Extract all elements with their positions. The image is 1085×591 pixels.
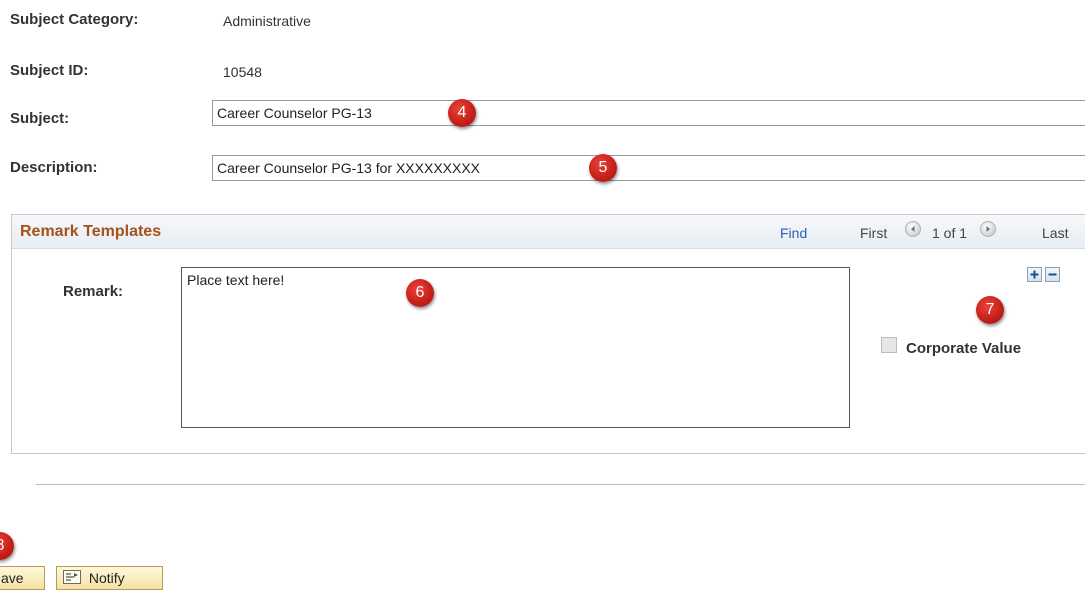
callout-6-badge: 6 — [406, 279, 434, 307]
minus-icon[interactable] — [1045, 267, 1060, 282]
subject-input[interactable]: Career Counselor PG-13 — [212, 100, 1085, 126]
callout-8-badge: 8 — [0, 532, 14, 560]
subject-id-label: Subject ID: — [10, 62, 89, 79]
subject-category-value: Administrative — [223, 13, 311, 29]
remark-templates-group: Remark Templates Find First 1 of 1 Last … — [11, 214, 1085, 454]
remark-label: Remark: — [63, 283, 124, 300]
subject-label: Subject: — [10, 110, 70, 127]
subject-id-value: 10548 — [223, 64, 262, 80]
chevron-left-icon[interactable] — [905, 221, 921, 237]
save-button[interactable]: ave — [0, 566, 45, 590]
notify-button[interactable]: Notify — [56, 566, 163, 590]
find-link[interactable]: Find — [780, 225, 807, 241]
callout-4-badge: 4 — [448, 99, 476, 127]
corporate-value-label: Corporate Value — [906, 340, 1022, 357]
save-button-label: ave — [1, 570, 24, 586]
description-input-value: Career Counselor PG-13 for XXXXXXXXX — [217, 160, 481, 176]
remark-templates-header: Remark Templates Find First 1 of 1 Last — [12, 215, 1085, 249]
callout-7-badge: 7 — [976, 296, 1004, 324]
last-label: Last — [1042, 225, 1069, 241]
remark-textarea-value: Place text here! — [187, 272, 285, 288]
remark-textarea[interactable]: Place text here! — [181, 267, 850, 428]
subject-category-label: Subject Category: — [10, 11, 139, 28]
divider — [36, 484, 1085, 485]
plus-icon[interactable] — [1027, 267, 1042, 282]
first-label: First — [860, 225, 888, 241]
chevron-right-icon[interactable] — [980, 221, 996, 237]
description-label: Description: — [10, 159, 98, 176]
notify-button-label: Notify — [88, 570, 125, 586]
notify-icon — [63, 568, 81, 590]
corporate-value-checkbox[interactable] — [881, 337, 897, 353]
callout-5-badge: 5 — [589, 154, 617, 182]
page-indicator: 1 of 1 — [932, 225, 968, 241]
remark-templates-title: Remark Templates — [20, 223, 162, 240]
subject-input-value: Career Counselor PG-13 — [217, 105, 372, 121]
description-input[interactable]: Career Counselor PG-13 for XXXXXXXXX — [212, 155, 1085, 181]
